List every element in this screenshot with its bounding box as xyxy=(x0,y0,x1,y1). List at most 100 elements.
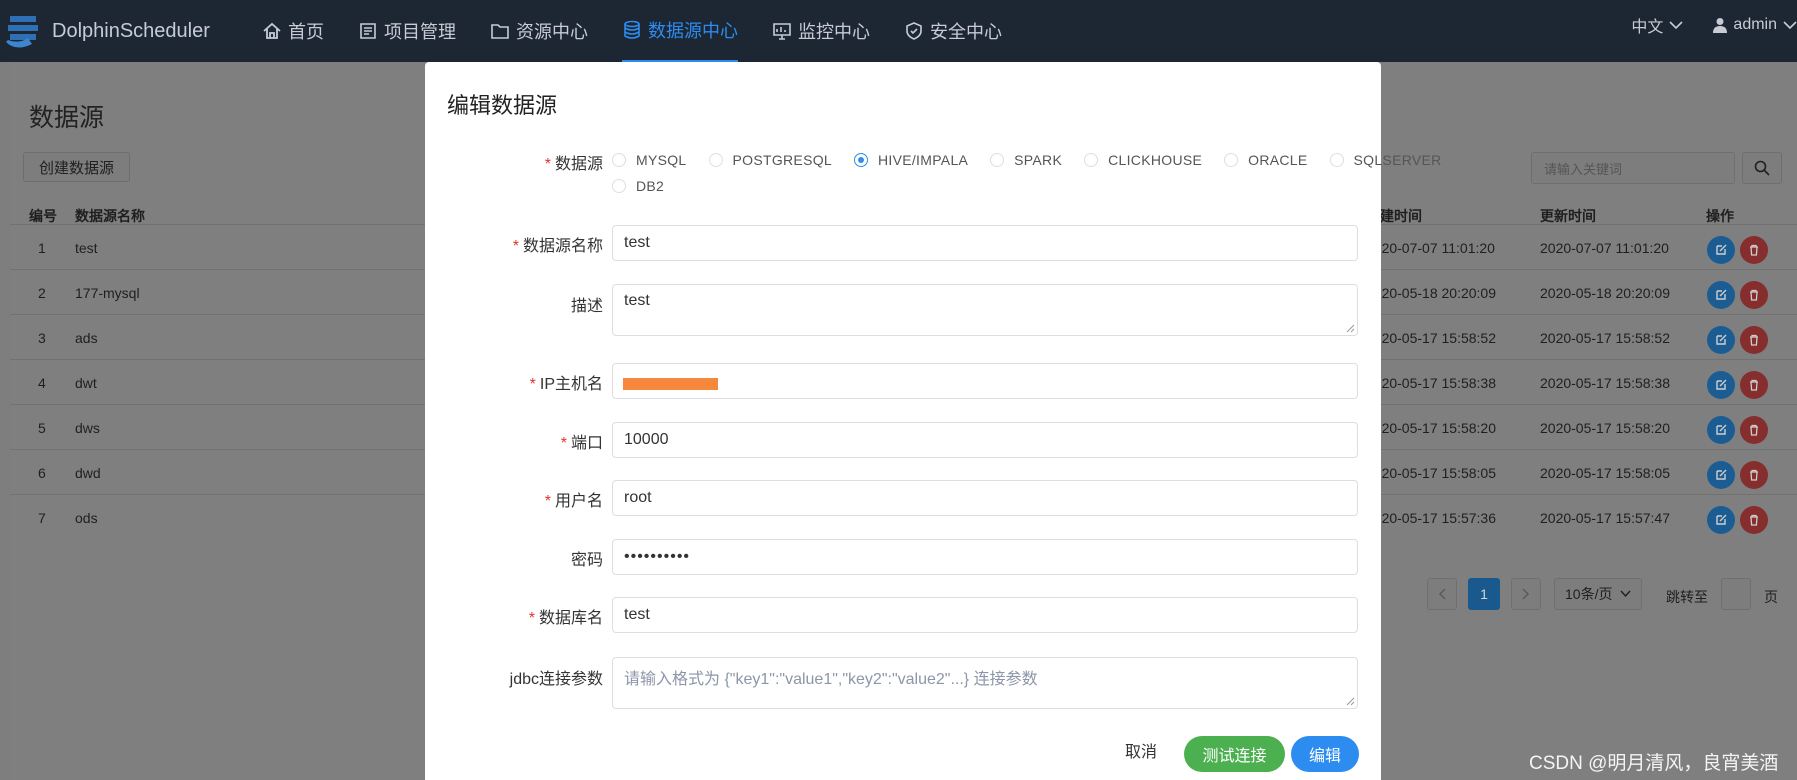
edit-datasource-dialog: 编辑数据源 * 数据源 MYSQL POSTGRESQL HIVE/IMPALA … xyxy=(425,62,1441,780)
row-name: test xyxy=(75,240,98,256)
column-header-actions: 操作 xyxy=(1706,208,1734,224)
user-menu[interactable]: admin xyxy=(1713,16,1797,34)
trash-icon xyxy=(1750,244,1758,256)
row-updated-time: 2020-05-17 15:58:05 xyxy=(1540,465,1670,481)
password-input[interactable]: •••••••••• xyxy=(612,539,1358,575)
user-name: admin xyxy=(1733,16,1777,33)
required-mark: * xyxy=(512,238,519,255)
edit-icon xyxy=(1716,289,1727,300)
search-button[interactable] xyxy=(1742,152,1782,184)
row-updated-time: 2020-05-18 20:20:09 xyxy=(1540,285,1670,301)
next-page-button[interactable] xyxy=(1511,578,1541,610)
create-datasource-button[interactable]: 创建数据源 xyxy=(23,152,130,182)
edit-icon xyxy=(1716,334,1727,345)
prev-page-button[interactable] xyxy=(1427,578,1457,610)
radio-postgresql[interactable]: POSTGRESQL xyxy=(708,152,832,168)
radio-hive-impala[interactable]: HIVE/IMPALA xyxy=(853,152,968,168)
row-delete-button[interactable] xyxy=(1740,416,1768,444)
row-created-time: 2020-07-07 11:01:20 xyxy=(1366,240,1495,256)
jdbc-params-textarea[interactable]: 请输入格式为 {"key1":"value1","key2":"value2".… xyxy=(612,657,1358,709)
cancel-button[interactable]: 取消 xyxy=(1125,738,1157,762)
radio-sqlserver[interactable]: SQLSERVER xyxy=(1329,152,1442,168)
top-navbar: DolphinScheduler 首页 项目管理 资源中心 数据源中心 监控中心… xyxy=(0,0,1797,62)
row-index: 5 xyxy=(38,420,46,436)
trash-icon xyxy=(1750,334,1758,346)
username-input[interactable]: root xyxy=(612,480,1358,516)
nav-monitor-label: 监控中心 xyxy=(798,22,870,42)
column-header-name: 数据源名称 xyxy=(75,208,145,224)
search-input[interactable]: 请输入关键词 xyxy=(1531,152,1735,184)
datasource-type-radio-group-row2: DB2 xyxy=(612,178,686,194)
database-input[interactable]: test xyxy=(612,597,1358,633)
watermark: CSDN @明月清风，良宵美酒 xyxy=(1529,753,1779,774)
resize-handle-icon[interactable] xyxy=(1345,696,1355,706)
row-delete-button[interactable] xyxy=(1740,506,1768,534)
page-size-select[interactable]: 10条/页 xyxy=(1554,578,1642,610)
app-logo[interactable]: DolphinScheduler xyxy=(0,0,210,62)
nav-monitor[interactable]: 监控中心 xyxy=(772,0,870,62)
test-connection-button[interactable]: 测试连接 xyxy=(1184,736,1285,772)
description-label: 描述 xyxy=(570,298,603,315)
radio-icon xyxy=(1084,153,1099,167)
nav-datasource[interactable]: 数据源中心 xyxy=(622,0,738,62)
row-delete-button[interactable] xyxy=(1740,281,1768,309)
datasource-name-input[interactable]: test xyxy=(612,225,1358,261)
nav-security[interactable]: 安全中心 xyxy=(904,0,1002,62)
radio-checked-icon xyxy=(853,153,868,167)
radio-clickhouse[interactable]: CLICKHOUSE xyxy=(1084,152,1202,168)
row-delete-button[interactable] xyxy=(1740,461,1768,489)
language-switcher[interactable]: 中文 xyxy=(1631,13,1683,37)
required-mark: * xyxy=(544,493,551,510)
radio-spark[interactable]: SPARK xyxy=(990,152,1062,168)
trash-icon xyxy=(1750,514,1758,526)
resize-handle-icon[interactable] xyxy=(1345,323,1355,333)
page-1-button[interactable]: 1 xyxy=(1468,578,1500,610)
row-edit-button[interactable] xyxy=(1707,461,1735,489)
edit-icon xyxy=(1716,469,1727,480)
nav-resources[interactable]: 资源中心 xyxy=(490,0,588,62)
radio-oracle[interactable]: ORACLE xyxy=(1224,152,1307,168)
row-edit-button[interactable] xyxy=(1707,281,1735,309)
port-input[interactable]: 10000 xyxy=(612,422,1358,458)
name-label: * 数据源名称 xyxy=(512,238,603,255)
radio-icon xyxy=(612,153,626,167)
nav-projects-label: 项目管理 xyxy=(384,22,456,42)
row-delete-button[interactable] xyxy=(1740,236,1768,264)
username-label: * 用户名 xyxy=(544,493,603,510)
row-index: 2 xyxy=(38,285,46,301)
row-edit-button[interactable] xyxy=(1707,236,1735,264)
nav-projects[interactable]: 项目管理 xyxy=(358,0,456,62)
monitor-icon xyxy=(773,23,791,40)
row-delete-button[interactable] xyxy=(1740,326,1768,354)
row-delete-button[interactable] xyxy=(1740,371,1768,399)
submit-edit-button[interactable]: 编辑 xyxy=(1291,736,1359,772)
description-textarea[interactable]: test xyxy=(612,284,1358,336)
page-title: 数据源 xyxy=(29,104,105,132)
radio-mysql[interactable]: MYSQL xyxy=(612,152,687,168)
jump-page-input[interactable] xyxy=(1721,578,1751,610)
datasource-type-label: * 数据源 xyxy=(544,156,603,173)
required-mark: * xyxy=(560,435,567,452)
row-created-time: 2020-05-17 15:57:36 xyxy=(1366,510,1496,526)
required-mark: * xyxy=(528,610,535,627)
host-input[interactable] xyxy=(612,363,1358,399)
row-created-time: 2020-05-17 15:58:05 xyxy=(1366,465,1496,481)
radio-db2[interactable]: DB2 xyxy=(612,178,664,194)
column-header-updated: 更新时间 xyxy=(1540,208,1596,224)
app-name: DolphinScheduler xyxy=(52,19,210,42)
row-name: ads xyxy=(75,330,98,346)
row-index: 1 xyxy=(38,240,46,256)
row-updated-time: 2020-05-17 15:58:20 xyxy=(1540,420,1670,436)
row-created-time: 2020-05-18 20:20:09 xyxy=(1366,285,1496,301)
edit-icon xyxy=(1716,244,1727,255)
row-name: dwd xyxy=(75,465,101,481)
row-edit-button[interactable] xyxy=(1707,416,1735,444)
dialog-title: 编辑数据源 xyxy=(447,93,558,118)
database-label: * 数据库名 xyxy=(528,610,603,627)
row-edit-button[interactable] xyxy=(1707,506,1735,534)
nav-home[interactable]: 首页 xyxy=(262,0,324,62)
row-edit-button[interactable] xyxy=(1707,371,1735,399)
language-label: 中文 xyxy=(1631,19,1664,36)
radio-icon xyxy=(1329,153,1344,167)
row-edit-button[interactable] xyxy=(1707,326,1735,354)
